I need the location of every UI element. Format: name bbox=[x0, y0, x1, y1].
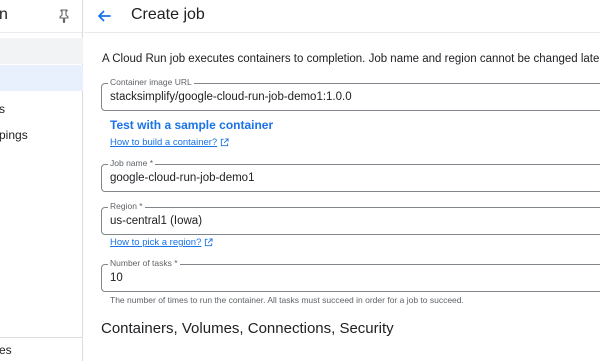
build-container-help-link[interactable]: How to build a container? bbox=[110, 137, 229, 148]
number-of-tasks-label: Number of tasks * bbox=[108, 258, 180, 268]
external-link-icon bbox=[221, 138, 229, 147]
sidebar-header: n bbox=[0, 0, 82, 33]
sidebar-bottom-label: es bbox=[0, 343, 12, 357]
sidebar-item-2[interactable] bbox=[0, 65, 83, 91]
section-heading[interactable]: Containers, Volumes, Connections, Securi… bbox=[101, 320, 394, 337]
external-link-icon bbox=[205, 238, 213, 247]
number-of-tasks-value[interactable]: 10 bbox=[110, 272, 123, 284]
page-title: Create job bbox=[131, 6, 205, 23]
sidebar-item-4[interactable]: pings bbox=[0, 123, 83, 149]
sidebar-item-3[interactable]: s bbox=[0, 97, 83, 123]
sidebar-bottom-item[interactable]: es bbox=[0, 337, 83, 361]
container-image-value[interactable]: stacksimplify/google-cloud-run-job-demo1… bbox=[110, 91, 352, 103]
number-of-tasks-hint: The number of times to run the container… bbox=[110, 295, 464, 305]
region-label: Region * bbox=[108, 201, 145, 211]
region-value[interactable]: us-central1 (Iowa) bbox=[110, 215, 202, 227]
pin-icon[interactable] bbox=[58, 9, 70, 23]
build-container-help-label: How to build a container? bbox=[110, 137, 218, 148]
region-select[interactable]: Region * us-central1 (Iowa) bbox=[101, 201, 600, 235]
sidebar: n s pings es bbox=[0, 0, 83, 361]
container-image-field[interactable]: Container image URL stacksimplify/google… bbox=[101, 77, 600, 111]
number-of-tasks-field[interactable]: Number of tasks * 10 bbox=[101, 258, 600, 292]
container-image-label: Container image URL bbox=[108, 77, 194, 87]
job-name-label: Job name * bbox=[108, 158, 155, 168]
sidebar-item-1[interactable] bbox=[0, 38, 83, 64]
pick-region-help-link[interactable]: How to pick a region? bbox=[110, 237, 213, 248]
sidebar-item-label: pings bbox=[0, 128, 28, 142]
page-header: Create job bbox=[84, 0, 600, 33]
pick-region-help-label: How to pick a region? bbox=[110, 237, 202, 248]
test-sample-container-link[interactable]: Test with a sample container bbox=[110, 118, 273, 132]
back-arrow-icon[interactable] bbox=[96, 8, 112, 24]
job-name-field[interactable]: Job name * google-cloud-run-job-demo1 bbox=[101, 158, 600, 192]
sidebar-title: n bbox=[0, 6, 8, 23]
sidebar-item-label: s bbox=[0, 102, 5, 116]
intro-text: A Cloud Run job executes containers to c… bbox=[102, 53, 600, 65]
job-name-value[interactable]: google-cloud-run-job-demo1 bbox=[110, 172, 254, 184]
